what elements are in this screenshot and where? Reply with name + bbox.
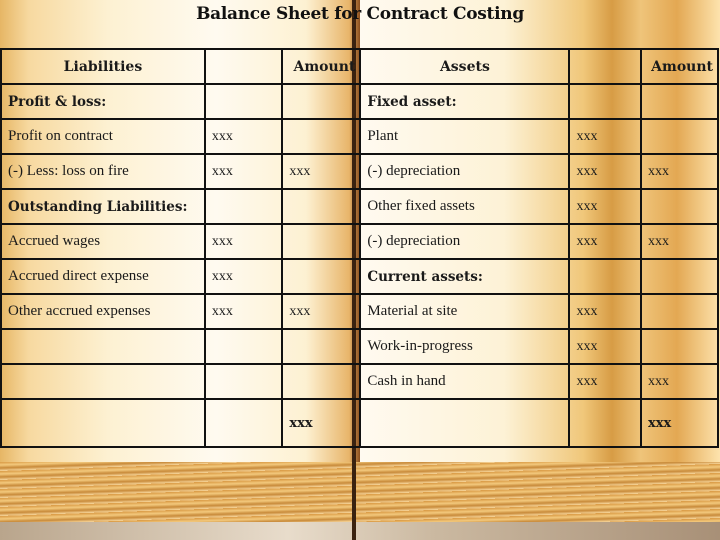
liability-label: (-) Less: loss on fire: [0, 153, 206, 190]
asset-subamount: [568, 258, 643, 295]
asset-amount: [640, 328, 719, 365]
table-row: (-) Less: loss on fire xxx xxx (-) deprecia…: [0, 153, 719, 190]
assets-header: Assets: [359, 48, 571, 85]
empty-cell: [568, 398, 643, 448]
liability-subamount: xxx: [203, 223, 284, 260]
asset-amount: xxx: [640, 153, 719, 190]
asset-label: (-) depreciation: [359, 153, 571, 190]
liability-subamount: xxx: [203, 153, 284, 190]
book-bottom-edge: [0, 522, 720, 540]
asset-subamount: xxx: [568, 328, 643, 365]
asset-label: Material at site: [359, 293, 571, 330]
table-row: Accrued direct expense xxx Current assets:: [0, 258, 719, 295]
liability-label: Accrued wages: [0, 223, 206, 260]
liability-amount: [281, 188, 362, 225]
liabilities-subamount-header: [203, 48, 284, 85]
asset-label: Fixed asset:: [359, 83, 571, 120]
asset-subamount: [568, 83, 643, 120]
asset-amount: xxx: [640, 363, 719, 400]
liability-label: [0, 328, 206, 365]
asset-subamount: xxx: [568, 293, 643, 330]
liability-amount: [281, 258, 362, 295]
asset-label: Work-in-progress: [359, 328, 571, 365]
assets-subamount-header: [568, 48, 643, 85]
header-row: Liabilities Amount Assets Amount: [0, 48, 719, 85]
liability-subamount: xxx: [203, 118, 284, 155]
asset-subamount: xxx: [568, 188, 643, 225]
liability-label: Accrued direct expense: [0, 258, 206, 295]
liability-label: [0, 363, 206, 400]
liability-subamount: [203, 363, 284, 400]
liability-subamount: [203, 328, 284, 365]
liability-amount: [281, 223, 362, 260]
page-title: Balance Sheet for Contract Costing: [196, 4, 524, 24]
table-row: Outstanding Liabilities: Other fixed asse…: [0, 188, 719, 225]
liabilities-total: xxx: [281, 398, 362, 448]
liability-subamount: xxx: [203, 258, 284, 295]
liability-label: Outstanding Liabilities:: [0, 188, 206, 225]
table-row: Profit on contract xxx Plant xxx: [0, 118, 719, 155]
liability-subamount: [203, 188, 284, 225]
liability-amount: [281, 83, 362, 120]
asset-label: Other fixed assets: [359, 188, 571, 225]
liability-amount: [281, 328, 362, 365]
asset-amount: [640, 188, 719, 225]
liability-subamount: [203, 83, 284, 120]
liability-label: Profit & loss:: [0, 83, 206, 120]
asset-subamount: xxx: [568, 118, 643, 155]
liability-label: Profit on contract: [0, 118, 206, 155]
liability-amount: xxx: [281, 293, 362, 330]
assets-amount-header: Amount: [640, 48, 719, 85]
liabilities-amount-header: Amount: [281, 48, 362, 85]
liability-label: Other accrued expenses: [0, 293, 206, 330]
asset-amount: [640, 83, 719, 120]
asset-amount: [640, 293, 719, 330]
liability-amount: [281, 118, 362, 155]
asset-subamount: xxx: [568, 363, 643, 400]
table-row: Accrued wages xxx (-) depreciation xxx xxx: [0, 223, 719, 260]
asset-amount: [640, 258, 719, 295]
liability-amount: [281, 363, 362, 400]
asset-amount: xxx: [640, 223, 719, 260]
table-row: Other accrued expenses xxx xxx Material at …: [0, 293, 719, 330]
asset-label: Current assets:: [359, 258, 571, 295]
empty-cell: [203, 398, 284, 448]
asset-amount: [640, 118, 719, 155]
asset-label: (-) depreciation: [359, 223, 571, 260]
table-row: Cash in hand xxx xxx: [0, 363, 719, 400]
asset-subamount: xxx: [568, 153, 643, 190]
table-row: Work-in-progress xxx: [0, 328, 719, 365]
liability-subamount: xxx: [203, 293, 284, 330]
asset-subamount: xxx: [568, 223, 643, 260]
asset-label: Plant: [359, 118, 571, 155]
liabilities-header: Liabilities: [0, 48, 206, 85]
empty-cell: [0, 398, 206, 448]
assets-total: xxx: [640, 398, 719, 448]
asset-label: Cash in hand: [359, 363, 571, 400]
table-row: Profit & loss: Fixed asset:: [0, 83, 719, 120]
liability-amount: xxx: [281, 153, 362, 190]
totals-row: xxx xxx: [0, 398, 719, 448]
empty-cell: [359, 398, 571, 448]
balance-sheet-table: Liabilities Amount Assets Amount Profit …: [0, 48, 719, 448]
